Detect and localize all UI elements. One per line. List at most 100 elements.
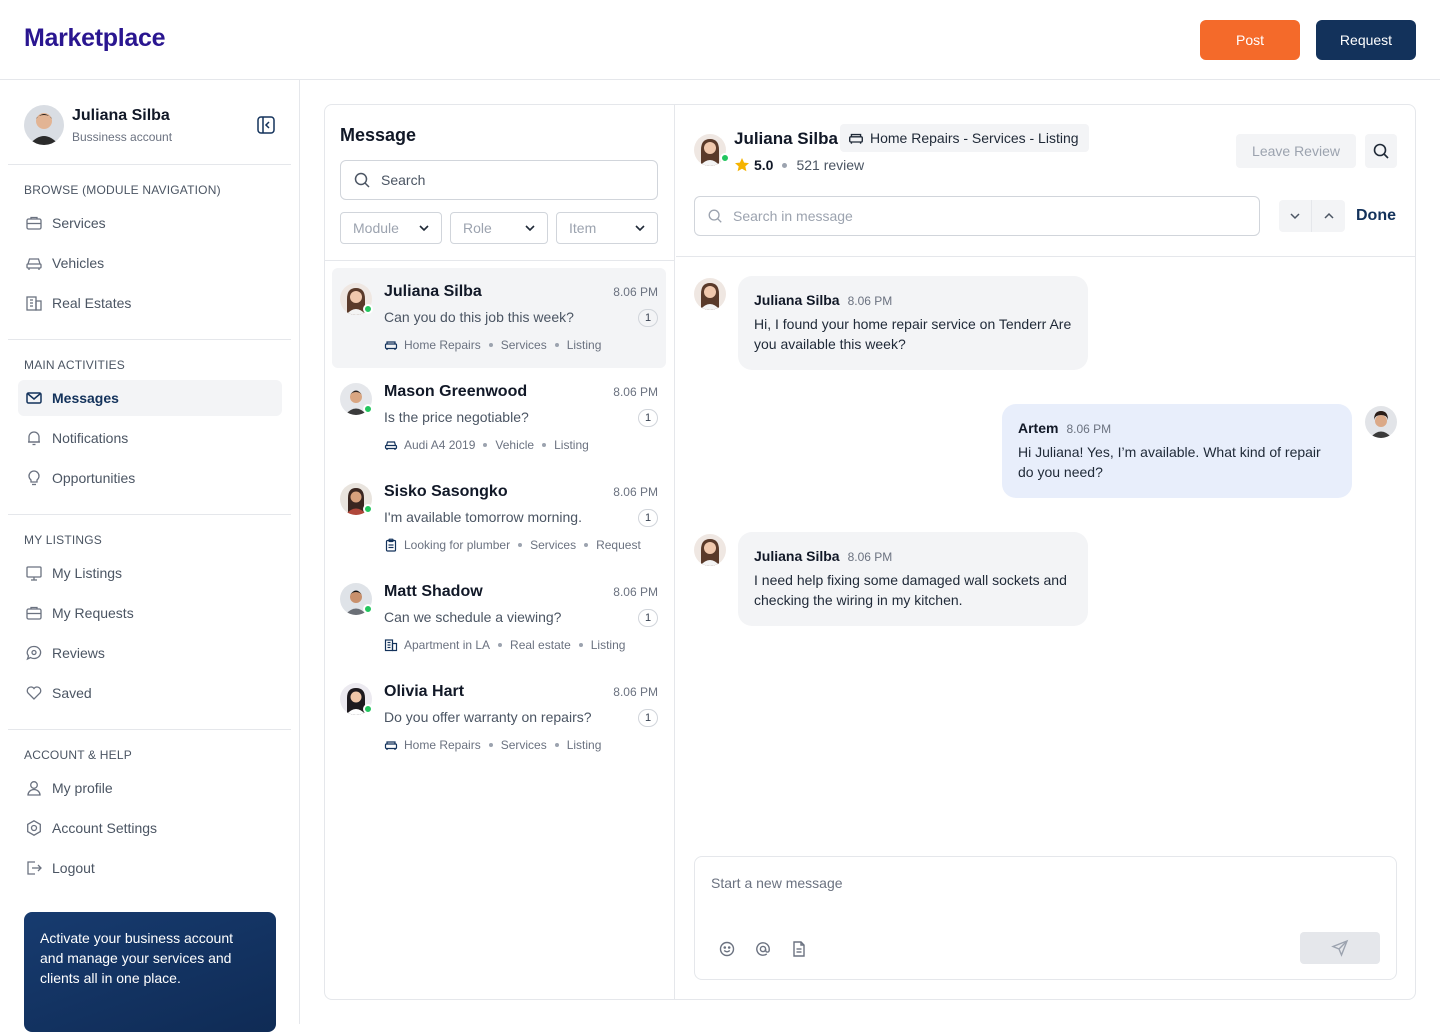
- online-status-dot: [363, 304, 373, 314]
- review-count[interactable]: 521 review: [796, 157, 864, 173]
- conversation-item[interactable]: Matt Shadow 8.06 PM Can we schedule a vi…: [332, 568, 666, 668]
- chevron-up-icon: [1322, 209, 1336, 223]
- attach-file-icon[interactable]: [789, 939, 809, 959]
- online-status-dot: [363, 404, 373, 414]
- mention-icon[interactable]: [753, 939, 773, 959]
- section-title-account-help: ACCOUNT & HELP: [24, 748, 132, 762]
- divider: [8, 514, 291, 515]
- filter-label: Module: [353, 220, 399, 236]
- conversation-preview: Do you offer warranty on repairs?: [384, 709, 592, 725]
- sidebar-item-my-requests[interactable]: My Requests: [18, 595, 282, 631]
- sidebar-item-my-profile[interactable]: My profile: [18, 770, 282, 806]
- online-status-dot: [363, 604, 373, 614]
- online-status-dot: [363, 704, 373, 714]
- section-title-main-activities: MAIN ACTIVITIES: [24, 358, 126, 372]
- conversation-meta: Audi A4 2019 Vehicle Listing: [384, 438, 589, 452]
- sidebar-item-messages[interactable]: Messages: [18, 380, 282, 416]
- sidebar-item-label: Logout: [52, 860, 95, 876]
- collapse-sidebar-icon[interactable]: [257, 116, 275, 134]
- sidebar-item-notifications[interactable]: Notifications: [18, 420, 282, 456]
- done-button[interactable]: Done: [1356, 207, 1396, 225]
- sidebar-item-label: Messages: [52, 390, 119, 406]
- meta-item: Apartment in LA: [404, 638, 491, 652]
- conversation-item[interactable]: Juliana Silba 8.06 PM Can you do this jo…: [332, 268, 666, 368]
- conversation-preview: Is the price negotiable?: [384, 409, 529, 425]
- building-icon: [384, 638, 398, 652]
- search-placeholder: Search: [381, 172, 426, 188]
- conversation-time: 8.06 PM: [613, 285, 658, 299]
- bell-icon: [24, 428, 44, 448]
- sidebar-item-label: Real Estates: [52, 295, 132, 311]
- previous-result-button[interactable]: [1312, 200, 1345, 232]
- conversation-preview: Can we schedule a viewing?: [384, 609, 562, 625]
- conversation-name: Mason Greenwood: [384, 383, 528, 400]
- sidebar-item-account-settings[interactable]: Account Settings: [18, 810, 282, 846]
- request-button[interactable]: Request: [1316, 20, 1416, 60]
- sidebar-item-services[interactable]: Services: [18, 205, 282, 241]
- post-button[interactable]: Post: [1200, 20, 1300, 60]
- sidebar-item-label: Opportunities: [52, 470, 136, 486]
- meta-type: Listing: [566, 338, 602, 352]
- chevron-down-icon: [633, 221, 647, 235]
- promo-banner[interactable]: Activate your business account and manag…: [24, 912, 276, 1032]
- conversation-time: 8.06 PM: [613, 685, 658, 699]
- conversation-item[interactable]: Mason Greenwood 8.06 PM Is the price neg…: [332, 368, 666, 468]
- send-button[interactable]: [1300, 932, 1380, 964]
- search-messages-button[interactable]: [1365, 134, 1397, 168]
- chevron-down-icon: [523, 221, 537, 235]
- sofa-icon: [384, 338, 398, 352]
- sidebar-item-vehicles[interactable]: Vehicles: [18, 245, 282, 281]
- conversation-item[interactable]: Sisko Sasongko 8.06 PM I'm available tom…: [332, 468, 666, 568]
- sidebar-item-label: Account Settings: [52, 820, 158, 836]
- leave-review-button[interactable]: Leave Review: [1236, 134, 1356, 168]
- chat-bubble-icon: [24, 643, 44, 663]
- message-bubble-incoming: Juliana Silba 8.06 PM Hi, I found your h…: [738, 276, 1088, 370]
- sidebar-item-reviews[interactable]: Reviews: [18, 635, 282, 671]
- avatar: [694, 534, 726, 566]
- brand-logo[interactable]: Marketplace: [24, 24, 166, 53]
- sidebar-item-saved[interactable]: Saved: [18, 675, 282, 711]
- divider: [8, 729, 291, 730]
- car-icon: [384, 438, 398, 452]
- divider: [8, 164, 291, 165]
- message-search-input[interactable]: Search in message: [694, 196, 1260, 236]
- sidebar-item-logout[interactable]: Logout: [18, 850, 282, 886]
- briefcase-icon: [24, 603, 44, 623]
- meta-module: Services: [500, 338, 547, 352]
- rating-score: 5.0: [754, 157, 774, 173]
- sidebar-item-opportunities[interactable]: Opportunities: [18, 460, 282, 496]
- conversation-name: Olivia Hart: [384, 683, 465, 700]
- conversation-name: Matt Shadow: [384, 583, 483, 600]
- sidebar-item-my-listings[interactable]: My Listings: [18, 555, 282, 591]
- divider: [676, 256, 1415, 257]
- listing-tag[interactable]: Home Repairs - Services - Listing: [840, 124, 1089, 152]
- conversation-search-input[interactable]: Search: [340, 160, 658, 200]
- conversation-item[interactable]: Olivia Hart 8.06 PM Do you offer warrant…: [332, 668, 666, 768]
- top-bar: Marketplace Post Request: [0, 0, 1440, 80]
- sofa-icon: [848, 130, 864, 146]
- message-composer[interactable]: Start a new message: [694, 856, 1397, 980]
- filter-label: Role: [463, 220, 492, 236]
- message-time: 8.06 PM: [847, 550, 893, 564]
- next-result-button[interactable]: [1279, 200, 1312, 232]
- logout-icon: [24, 858, 44, 878]
- settings-icon: [24, 818, 44, 838]
- conversation-meta: Apartment in LA Real estate Listing: [384, 638, 625, 652]
- sidebar-item-real-estates[interactable]: Real Estates: [18, 285, 282, 321]
- user-profile[interactable]: Juliana Silba Bussiness account: [24, 105, 284, 147]
- message-search-placeholder: Search in message: [733, 208, 853, 224]
- message-text: Hi Juliana! Yes, I’m available. What kin…: [1018, 444, 1321, 480]
- conversation-name: Juliana Silba: [384, 283, 482, 300]
- composer-placeholder: Start a new message: [711, 875, 843, 891]
- item-filter-select[interactable]: Item: [556, 212, 658, 244]
- message-sender: Artem: [1018, 420, 1059, 436]
- sidebar: Juliana Silba Bussiness account BROWSE (…: [0, 80, 300, 1032]
- search-icon: [353, 171, 371, 189]
- emoji-icon[interactable]: [717, 939, 737, 959]
- role-filter-select[interactable]: Role: [450, 212, 548, 244]
- meta-module: Vehicle: [495, 438, 535, 452]
- chevron-down-icon: [1288, 209, 1302, 223]
- module-filter-select[interactable]: Module: [340, 212, 442, 244]
- avatar: [1365, 406, 1397, 438]
- avatar: [694, 278, 726, 310]
